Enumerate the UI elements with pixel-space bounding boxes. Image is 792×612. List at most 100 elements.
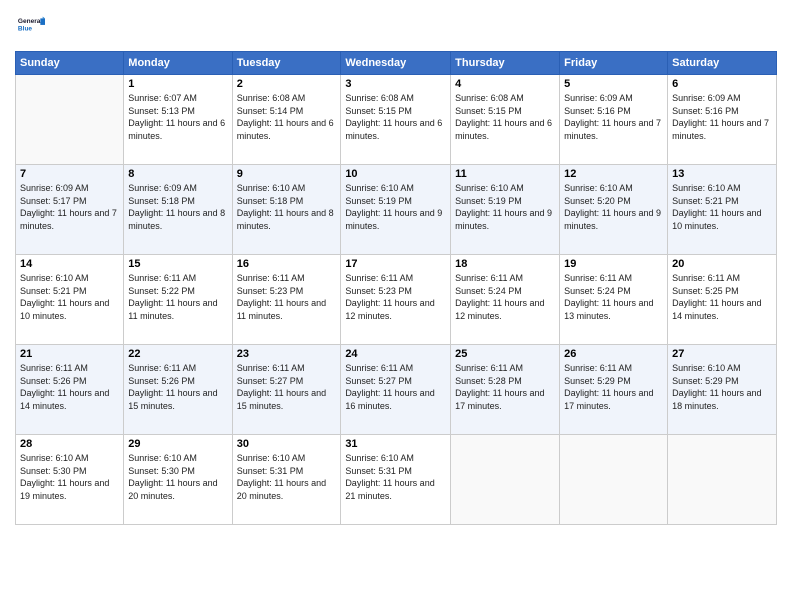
week-row-3: 14 Sunrise: 6:10 AMSunset: 5:21 PMDayligh… <box>16 255 777 345</box>
day-info: Sunrise: 6:10 AMSunset: 5:21 PMDaylight:… <box>20 272 119 322</box>
day-info: Sunrise: 6:10 AMSunset: 5:19 PMDaylight:… <box>345 182 446 232</box>
calendar-cell: 28 Sunrise: 6:10 AMSunset: 5:30 PMDayligh… <box>16 435 124 525</box>
calendar-cell: 23 Sunrise: 6:11 AMSunset: 5:27 PMDayligh… <box>232 345 341 435</box>
calendar-cell: 14 Sunrise: 6:10 AMSunset: 5:21 PMDayligh… <box>16 255 124 345</box>
day-info: Sunrise: 6:10 AMSunset: 5:20 PMDaylight:… <box>564 182 663 232</box>
day-info: Sunrise: 6:10 AMSunset: 5:19 PMDaylight:… <box>455 182 555 232</box>
day-info: Sunrise: 6:10 AMSunset: 5:31 PMDaylight:… <box>237 452 337 502</box>
calendar-cell: 9 Sunrise: 6:10 AMSunset: 5:18 PMDaylight… <box>232 165 341 255</box>
day-info: Sunrise: 6:11 AMSunset: 5:26 PMDaylight:… <box>128 362 227 412</box>
logo-text: General Blue <box>15 10 45 43</box>
day-number: 11 <box>455 168 555 180</box>
calendar-cell: 24Sunrise: 6:11 AMSunset: 5:27 PMDayligh… <box>341 345 451 435</box>
weekday-header-saturday: Saturday <box>668 52 777 75</box>
weekday-header-monday: Monday <box>124 52 232 75</box>
day-number: 1 <box>128 78 227 90</box>
day-number: 28 <box>20 438 119 450</box>
day-info: Sunrise: 6:09 AMSunset: 5:16 PMDaylight:… <box>564 92 663 142</box>
calendar-cell: 17 Sunrise: 6:11 AMSunset: 5:23 PMDayligh… <box>341 255 451 345</box>
day-info: Sunrise: 6:11 AMSunset: 5:24 PMDaylight:… <box>455 272 555 322</box>
day-info: Sunrise: 6:11 AMSunset: 5:27 PMDaylight:… <box>237 362 337 412</box>
day-number: 24 <box>345 348 446 360</box>
day-number: 27 <box>672 348 772 360</box>
day-info: Sunrise: 6:11 AMSunset: 5:29 PMDaylight:… <box>564 362 663 412</box>
calendar-cell: 2 Sunrise: 6:08 AMSunset: 5:14 PMDaylight… <box>232 75 341 165</box>
day-info: Sunrise: 6:11 AMSunset: 5:22 PMDaylight:… <box>128 272 227 322</box>
day-number: 16 <box>237 258 337 270</box>
calendar-cell: 21Sunrise: 6:11 AMSunset: 5:26 PMDayligh… <box>16 345 124 435</box>
day-number: 2 <box>237 78 337 90</box>
weekday-header-wednesday: Wednesday <box>341 52 451 75</box>
weekday-header-tuesday: Tuesday <box>232 52 341 75</box>
day-info: Sunrise: 6:10 AMSunset: 5:21 PMDaylight:… <box>672 182 772 232</box>
day-number: 22 <box>128 348 227 360</box>
calendar-cell: 12Sunrise: 6:10 AMSunset: 5:20 PMDayligh… <box>560 165 668 255</box>
calendar-cell <box>16 75 124 165</box>
day-number: 13 <box>672 168 772 180</box>
calendar-cell: 30 Sunrise: 6:10 AMSunset: 5:31 PMDayligh… <box>232 435 341 525</box>
day-number: 8 <box>128 168 227 180</box>
calendar-cell: 26Sunrise: 6:11 AMSunset: 5:29 PMDayligh… <box>560 345 668 435</box>
calendar-cell: 13 Sunrise: 6:10 AMSunset: 5:21 PMDayligh… <box>668 165 777 255</box>
day-info: Sunrise: 6:08 AMSunset: 5:14 PMDaylight:… <box>237 92 337 142</box>
weekday-header-thursday: Thursday <box>451 52 560 75</box>
page-header: General Blue <box>15 10 777 43</box>
day-info: Sunrise: 6:08 AMSunset: 5:15 PMDaylight:… <box>345 92 446 142</box>
svg-text:Blue: Blue <box>18 26 32 33</box>
week-row-1: 1 Sunrise: 6:07 AMSunset: 5:13 PMDaylight… <box>16 75 777 165</box>
day-info: Sunrise: 6:11 AMSunset: 5:26 PMDaylight:… <box>20 362 119 412</box>
day-number: 20 <box>672 258 772 270</box>
day-info: Sunrise: 6:07 AMSunset: 5:13 PMDaylight:… <box>128 92 227 142</box>
week-row-2: 7Sunrise: 6:09 AMSunset: 5:17 PMDaylight… <box>16 165 777 255</box>
svg-text:General: General <box>18 18 42 25</box>
logo-icon: General Blue <box>17 10 45 38</box>
day-number: 5 <box>564 78 663 90</box>
calendar-cell: 20 Sunrise: 6:11 AMSunset: 5:25 PMDayligh… <box>668 255 777 345</box>
calendar-cell: 18 Sunrise: 6:11 AMSunset: 5:24 PMDayligh… <box>451 255 560 345</box>
calendar-cell: 25Sunrise: 6:11 AMSunset: 5:28 PMDayligh… <box>451 345 560 435</box>
calendar-cell <box>451 435 560 525</box>
day-info: Sunrise: 6:10 AMSunset: 5:30 PMDaylight:… <box>128 452 227 502</box>
calendar-cell: 16 Sunrise: 6:11 AMSunset: 5:23 PMDayligh… <box>232 255 341 345</box>
day-number: 10 <box>345 168 446 180</box>
calendar-table: SundayMondayTuesdayWednesdayThursdayFrid… <box>15 51 777 525</box>
day-number: 23 <box>237 348 337 360</box>
day-info: Sunrise: 6:10 AMSunset: 5:30 PMDaylight:… <box>20 452 119 502</box>
weekday-header-row: SundayMondayTuesdayWednesdayThursdayFrid… <box>16 52 777 75</box>
calendar-cell: 1 Sunrise: 6:07 AMSunset: 5:13 PMDaylight… <box>124 75 232 165</box>
calendar-cell <box>560 435 668 525</box>
day-info: Sunrise: 6:10 AMSunset: 5:31 PMDaylight:… <box>345 452 446 502</box>
day-info: Sunrise: 6:11 AMSunset: 5:25 PMDaylight:… <box>672 272 772 322</box>
day-number: 18 <box>455 258 555 270</box>
logo: General Blue <box>15 10 45 43</box>
weekday-header-sunday: Sunday <box>16 52 124 75</box>
day-info: Sunrise: 6:10 AMSunset: 5:18 PMDaylight:… <box>237 182 337 232</box>
calendar-cell: 7Sunrise: 6:09 AMSunset: 5:17 PMDaylight… <box>16 165 124 255</box>
day-info: Sunrise: 6:11 AMSunset: 5:28 PMDaylight:… <box>455 362 555 412</box>
weekday-header-friday: Friday <box>560 52 668 75</box>
day-number: 30 <box>237 438 337 450</box>
calendar-cell: 3Sunrise: 6:08 AMSunset: 5:15 PMDaylight… <box>341 75 451 165</box>
week-row-5: 28 Sunrise: 6:10 AMSunset: 5:30 PMDayligh… <box>16 435 777 525</box>
day-info: Sunrise: 6:11 AMSunset: 5:23 PMDaylight:… <box>237 272 337 322</box>
calendar-cell: 15 Sunrise: 6:11 AMSunset: 5:22 PMDayligh… <box>124 255 232 345</box>
week-row-4: 21Sunrise: 6:11 AMSunset: 5:26 PMDayligh… <box>16 345 777 435</box>
day-info: Sunrise: 6:10 AMSunset: 5:29 PMDaylight:… <box>672 362 772 412</box>
day-number: 7 <box>20 168 119 180</box>
day-info: Sunrise: 6:09 AMSunset: 5:16 PMDaylight:… <box>672 92 772 142</box>
calendar-cell: 5 Sunrise: 6:09 AMSunset: 5:16 PMDaylight… <box>560 75 668 165</box>
day-info: Sunrise: 6:11 AMSunset: 5:24 PMDaylight:… <box>564 272 663 322</box>
day-number: 6 <box>672 78 772 90</box>
calendar-cell: 11 Sunrise: 6:10 AMSunset: 5:19 PMDayligh… <box>451 165 560 255</box>
day-number: 31 <box>345 438 446 450</box>
calendar-cell: 4Sunrise: 6:08 AMSunset: 5:15 PMDaylight… <box>451 75 560 165</box>
day-info: Sunrise: 6:08 AMSunset: 5:15 PMDaylight:… <box>455 92 555 142</box>
calendar-cell: 10 Sunrise: 6:10 AMSunset: 5:19 PMDayligh… <box>341 165 451 255</box>
day-number: 29 <box>128 438 227 450</box>
day-number: 17 <box>345 258 446 270</box>
day-number: 14 <box>20 258 119 270</box>
calendar-cell: 31 Sunrise: 6:10 AMSunset: 5:31 PMDayligh… <box>341 435 451 525</box>
day-number: 15 <box>128 258 227 270</box>
day-info: Sunrise: 6:11 AMSunset: 5:23 PMDaylight:… <box>345 272 446 322</box>
day-number: 9 <box>237 168 337 180</box>
